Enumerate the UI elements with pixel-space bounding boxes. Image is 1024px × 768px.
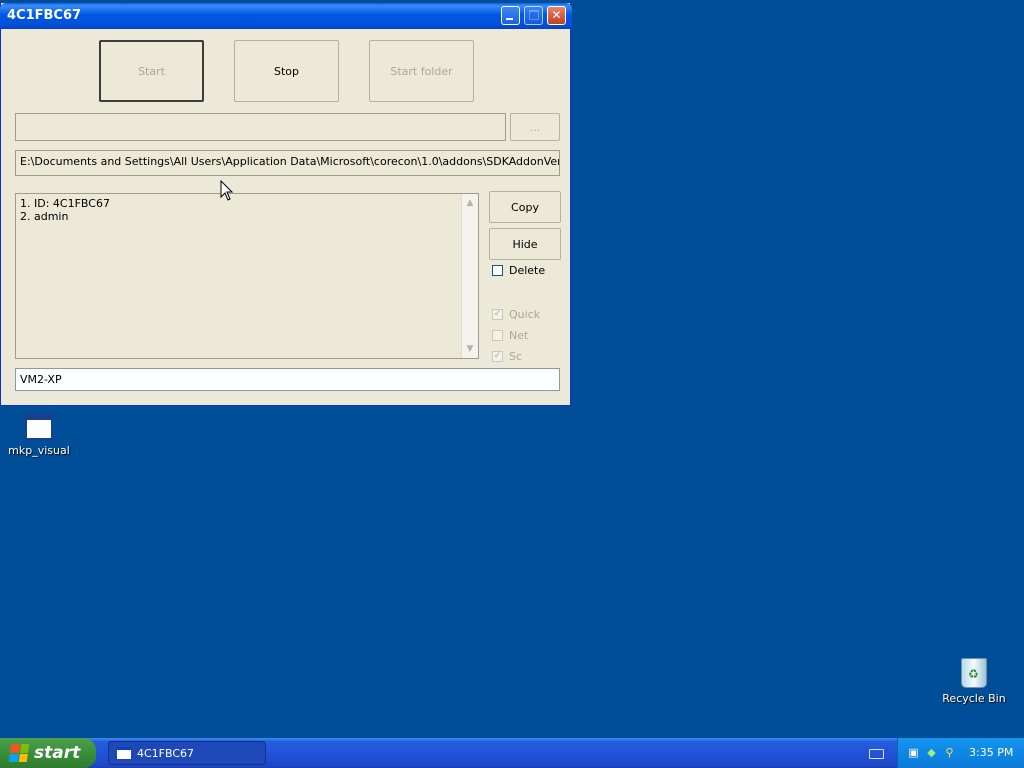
sc-label: Sc — [509, 350, 523, 363]
quick-label: Quick — [509, 308, 541, 321]
minimize-icon — [506, 18, 513, 20]
recycle-bin-icon: ♻ — [961, 658, 987, 688]
desktop-icon-label: Recycle Bin — [942, 692, 1006, 705]
sc-checkbox: ✓ Sc — [492, 350, 522, 363]
minimize-button[interactable] — [501, 6, 520, 25]
delete-label: Delete — [509, 264, 546, 277]
delete-checkbox[interactable]: Delete — [492, 264, 545, 277]
checkmark-icon: ✓ — [492, 351, 503, 362]
taskbar-item-4c1fbc67[interactable]: 4C1FBC67 — [108, 741, 266, 765]
quick-checkbox: ✓ Quick — [492, 308, 540, 321]
desktop-icon-mkp-visual[interactable]: mkp_visual — [8, 414, 70, 457]
window-title: 4C1FBC67 — [7, 8, 82, 23]
stop-button[interactable]: Stop — [234, 40, 339, 102]
checkmark-icon: ✓ — [492, 309, 503, 320]
desktop-icon-label: mkp_visual — [8, 444, 70, 457]
checkbox-box — [492, 265, 503, 276]
maximize-icon — [529, 10, 539, 20]
close-button[interactable]: ✕ — [547, 6, 566, 25]
mouse-cursor-icon — [220, 180, 234, 201]
network-icon[interactable]: ▣ — [907, 746, 920, 759]
listbox-scrollbar[interactable]: ▲ ▼ — [461, 194, 478, 358]
net-checkbox: Net — [492, 329, 528, 342]
security-shield-icon[interactable]: ◆ — [925, 746, 938, 759]
output-listbox[interactable]: 1. ID: 4C1FBC67 2. admin ▲ ▼ — [15, 193, 479, 359]
windows-logo-icon — [8, 744, 30, 762]
start-label: start — [34, 743, 81, 763]
list-item: 2. admin — [20, 210, 69, 223]
browse-button: ... — [510, 113, 560, 141]
desktop-icon-recycle-bin[interactable]: ♻ Recycle Bin — [942, 658, 1006, 705]
start-button-taskbar[interactable]: start — [0, 738, 96, 768]
clock[interactable]: 3:35 PM — [969, 746, 1013, 759]
app-window[interactable]: 4C1FBC67 ✕ Start Stop Start folder ... E… — [0, 3, 572, 406]
start-folder-button: Start folder — [369, 40, 474, 102]
search-icon[interactable]: ⚲ — [943, 746, 956, 759]
system-tray: ▣ ◆ ⚲ 3:35 PM — [897, 738, 1024, 768]
hide-button[interactable]: Hide — [489, 228, 561, 260]
copy-button[interactable]: Copy — [489, 191, 561, 223]
taskbar-item-label: 4C1FBC67 — [137, 746, 195, 760]
file-path-field: E:\Documents and Settings\All Users\Appl… — [15, 150, 560, 176]
path-input — [15, 113, 506, 141]
title-bar[interactable]: 4C1FBC67 ✕ — [0, 3, 572, 29]
maximize-button — [524, 6, 543, 25]
window-app-icon — [117, 747, 131, 759]
net-label: Net — [509, 329, 529, 342]
close-icon: ✕ — [551, 8, 562, 22]
window-app-icon — [25, 414, 53, 440]
list-item: 1. ID: 4C1FBC67 — [20, 197, 110, 210]
taskbar: start 4C1FBC67 ▣ ◆ ⚲ 3:35 PM — [0, 738, 1024, 768]
computer-name-field[interactable]: VM2-XP — [15, 368, 560, 391]
start-button: Start — [99, 40, 204, 102]
scroll-up-arrow-icon: ▲ — [466, 198, 474, 208]
checkbox-box — [492, 330, 503, 341]
scroll-down-arrow-icon: ▼ — [466, 344, 474, 354]
keyboard-icon[interactable] — [869, 749, 884, 759]
